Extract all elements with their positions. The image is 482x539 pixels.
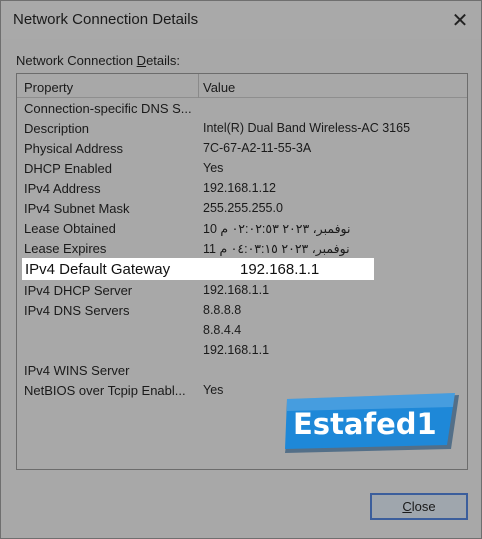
list-row[interactable]: Lease Obtained نوفمبر، ٢٠٢٣ ٠٢:٠٢:٥٣ م 1… (17, 218, 467, 238)
list-row[interactable]: Lease Expires نوفمبر، ٢٠٢٣ ٠٤:٠٣:١٥ م 11 (17, 238, 467, 258)
list-row[interactable]: 8.8.4.4 (17, 320, 467, 340)
row-value: 255.255.255.0 (203, 201, 283, 215)
list-row[interactable]: IPv4 WINS Server (17, 360, 467, 380)
row-property: IPv4 Address (24, 181, 101, 196)
row-property: Physical Address (24, 141, 123, 156)
group-label-accel: D (136, 53, 147, 68)
list-row[interactable]: IPv4 Address 192.168.1.12 (17, 178, 467, 198)
group-label-before: Network Connection (16, 53, 137, 68)
row-value: 192.168.1.1 (240, 261, 320, 278)
group-label-after: etails: (146, 53, 181, 68)
row-property: IPv4 DNS Servers (24, 303, 130, 318)
row-value: Intel(R) Dual Band Wireless-AC 3165 (203, 121, 411, 135)
list-row[interactable]: IPv4 Subnet Mask 255.255.255.0 (17, 198, 467, 218)
network-connection-details-dialog: Network Connection Details ✕ Network Con… (0, 0, 482, 539)
row-property: Lease Expires (24, 241, 107, 256)
list-row[interactable]: 192.168.1.1 (17, 340, 467, 360)
row-property: IPv4 Default Gateway (25, 261, 171, 278)
column-separator[interactable] (198, 74, 199, 98)
row-value: Yes (203, 161, 224, 175)
list-row[interactable]: Connection-specific DNS S... (17, 98, 467, 118)
row-property: Connection-specific DNS S... (24, 101, 192, 116)
row-property: DHCP Enabled (24, 161, 112, 176)
row-value: 7C-67-A2-11-55-3A (203, 141, 312, 155)
list-header: Property Value (17, 74, 467, 98)
row-value: 8.8.8.8 (203, 303, 242, 317)
list-row[interactable]: DHCP Enabled Yes (17, 158, 467, 178)
list-row[interactable]: IPv4 DNS Servers 8.8.8.8 (17, 300, 467, 320)
row-value: نوفمبر، ٢٠٢٣ ٠٤:٠٣:١٥ م 11 (203, 242, 350, 256)
list-row[interactable]: Physical Address 7C-67-A2-11-55-3A (17, 138, 467, 158)
title-bar: Network Connection Details ✕ (1, 1, 481, 39)
close-button[interactable]: Close (370, 493, 468, 520)
close-button-label: lose (411, 499, 436, 514)
column-header-value[interactable]: Value (203, 80, 235, 95)
window-title: Network Connection Details (13, 11, 199, 28)
list-row[interactable]: Description Intel(R) Dual Band Wireless-… (17, 118, 467, 138)
close-icon[interactable]: ✕ (445, 5, 475, 35)
row-property: Lease Obtained (24, 221, 116, 236)
row-property: IPv4 WINS Server (24, 363, 130, 378)
list-row[interactable]: IPv4 DHCP Server 192.168.1.1 (17, 280, 467, 300)
row-value: نوفمبر، ٢٠٢٣ ٠٢:٠٢:٥٣ م 10 (203, 222, 351, 236)
row-property: IPv4 Subnet Mask (24, 201, 130, 216)
estafed1-logo-watermark: Estafed1 (285, 393, 461, 455)
row-value: 192.168.1.1 (203, 283, 270, 297)
row-value: 8.8.4.4 (203, 323, 242, 337)
row-property: IPv4 DHCP Server (24, 283, 133, 298)
row-value: 192.168.1.1 (203, 343, 270, 357)
column-header-property[interactable]: Property (24, 80, 73, 95)
row-property: Description (24, 121, 90, 136)
group-label: Network Connection Details: (16, 53, 180, 68)
list-row-highlighted[interactable]: IPv4 Default Gateway 192.168.1.1 (22, 258, 374, 280)
row-value: 192.168.1.12 (203, 181, 276, 195)
watermark-text: Estafed1 (293, 407, 437, 441)
row-property: NetBIOS over Tcpip Enabl... (24, 383, 186, 398)
close-button-accel: C (402, 499, 412, 514)
